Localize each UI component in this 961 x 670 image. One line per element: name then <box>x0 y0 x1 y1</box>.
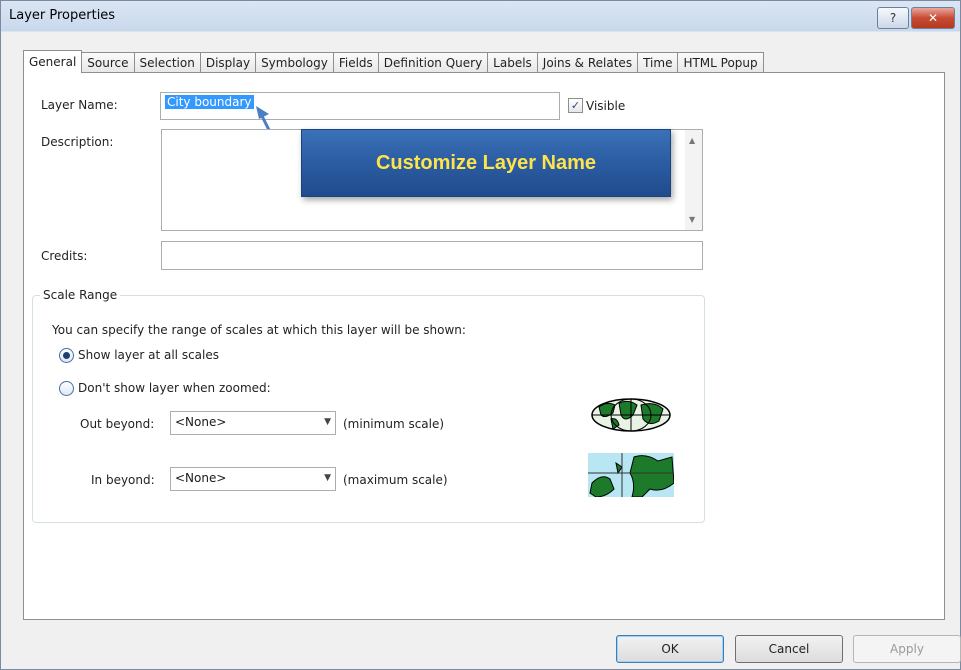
help-button[interactable]: ? <box>877 7 909 29</box>
scroll-down-icon[interactable]: ▼ <box>689 215 695 224</box>
dont-show-zoomed-radio[interactable] <box>59 381 74 396</box>
minimum-scale-note: (minimum scale) <box>343 417 445 431</box>
out-beyond-label: Out beyond: <box>80 417 155 431</box>
out-beyond-value: <None> <box>175 415 227 429</box>
in-beyond-label: In beyond: <box>91 473 155 487</box>
window-title: Layer Properties <box>9 8 116 23</box>
tab-fields[interactable]: Fields <box>333 52 379 73</box>
out-beyond-select[interactable]: <None> ▼ <box>170 411 336 435</box>
zoomed-map-icon <box>588 453 674 497</box>
tab-symbology[interactable]: Symbology <box>256 52 334 73</box>
show-all-scales-label: Show layer at all scales <box>78 348 219 362</box>
tab-labels[interactable]: Labels <box>488 52 538 73</box>
tab-time[interactable]: Time <box>638 52 679 73</box>
description-label: Description: <box>41 135 114 149</box>
layer-properties-dialog: Layer Properties ? ✕ General Source Sele… <box>0 0 961 670</box>
scale-range-title: Scale Range <box>40 288 121 302</box>
apply-button[interactable]: Apply <box>853 635 961 663</box>
tab-source[interactable]: Source <box>82 52 135 73</box>
tab-selection[interactable]: Selection <box>134 52 201 73</box>
chevron-down-icon: ▼ <box>324 473 331 483</box>
close-button[interactable]: ✕ <box>911 7 955 29</box>
scale-range-hint: You can specify the range of scales at w… <box>52 323 466 337</box>
tab-joins-relates[interactable]: Joins & Relates <box>537 52 639 73</box>
credits-input[interactable] <box>161 241 703 270</box>
tab-display[interactable]: Display <box>200 52 257 73</box>
in-beyond-select[interactable]: <None> ▼ <box>170 467 336 491</box>
layer-name-value: City boundary <box>165 95 254 109</box>
cancel-button[interactable]: Cancel <box>735 635 843 663</box>
chevron-down-icon: ▼ <box>324 417 331 427</box>
title-bar[interactable]: Layer Properties ? ✕ <box>1 1 960 31</box>
customize-layer-name-callout: Customize Layer Name <box>301 129 671 197</box>
ok-button[interactable]: OK <box>616 635 724 663</box>
layer-name-label: Layer Name: <box>41 98 118 112</box>
visible-label: Visible <box>586 99 626 113</box>
tab-general[interactable]: General <box>23 50 83 73</box>
in-beyond-value: <None> <box>175 471 227 485</box>
show-all-scales-radio[interactable] <box>59 348 74 363</box>
credits-label: Credits: <box>41 249 88 263</box>
tab-html-popup[interactable]: HTML Popup <box>678 52 764 73</box>
tab-strip: General Source Selection Display Symbolo… <box>23 50 764 73</box>
scroll-up-icon[interactable]: ▲ <box>689 136 695 145</box>
globe-icon <box>591 398 671 432</box>
dont-show-zoomed-label: Don't show layer when zoomed: <box>78 381 271 395</box>
layer-name-input[interactable]: City boundary <box>160 92 560 120</box>
description-scrollbar[interactable]: ▲ ▼ <box>685 130 702 230</box>
maximum-scale-note: (maximum scale) <box>343 473 448 487</box>
tab-definition-query[interactable]: Definition Query <box>378 52 489 73</box>
visible-checkbox[interactable]: ✓ <box>568 98 583 113</box>
